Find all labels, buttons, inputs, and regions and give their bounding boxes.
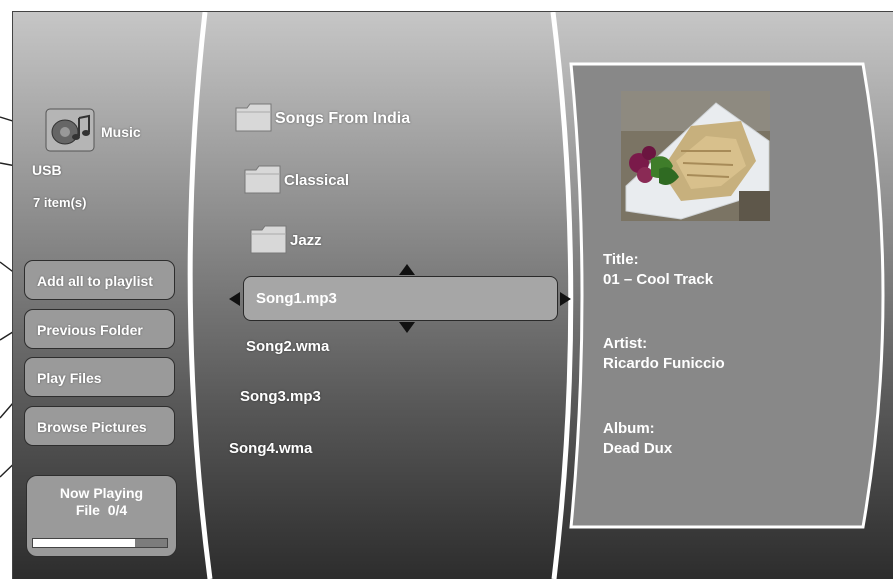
play-files-button[interactable]: Play Files [24, 357, 175, 397]
previous-folder-button[interactable]: Previous Folder [24, 309, 175, 349]
folder-item-classical[interactable]: Classical [244, 162, 349, 199]
folder-label: Classical [284, 172, 350, 189]
browse-pictures-button[interactable]: Browse Pictures [24, 406, 175, 446]
folder-item-jazz[interactable]: Jazz [250, 222, 322, 259]
now-playing-file: File 0/4 [75, 502, 128, 518]
now-playing-title: Now Playing [59, 485, 144, 501]
artist-label: Artist: [603, 335, 648, 352]
song-item[interactable]: Song2.wma [246, 338, 329, 355]
folder-icon [235, 100, 275, 137]
folder-item-songs-from-india[interactable]: Songs From India [235, 100, 410, 137]
folder-label: Jazz [290, 232, 322, 249]
now-playing-panel[interactable]: Now Playing File 0/4 [26, 475, 177, 557]
item-count: 7 item(s) [33, 195, 87, 210]
source-name: Music [101, 124, 141, 140]
track-artist: Ricardo Funiccio [603, 355, 725, 372]
playback-progress-bar [32, 538, 168, 548]
device-name: USB [32, 162, 62, 178]
album-art-image [621, 91, 770, 221]
selected-song-row[interactable]: Song1.mp3 [243, 276, 558, 321]
music-speaker-icon [45, 108, 95, 152]
song-item[interactable]: Song3.mp3 [240, 388, 321, 405]
album-label: Album: [603, 420, 655, 437]
title-label: Title: [603, 251, 639, 268]
navigate-right-arrow-icon[interactable] [560, 292, 571, 306]
scroll-up-arrow-icon[interactable] [399, 264, 415, 275]
folder-icon [244, 162, 284, 199]
track-title: 01 – Cool Track [603, 271, 714, 288]
track-album: Dead Dux [603, 440, 673, 457]
add-all-to-playlist-button[interactable]: Add all to playlist [24, 260, 175, 300]
scroll-down-arrow-icon[interactable] [399, 322, 415, 333]
song-item[interactable]: Song4.wma [229, 440, 312, 457]
folder-icon [250, 222, 290, 259]
folder-label: Songs From India [275, 109, 411, 127]
navigate-left-arrow-icon[interactable] [229, 292, 240, 306]
playback-progress-fill [33, 539, 135, 547]
